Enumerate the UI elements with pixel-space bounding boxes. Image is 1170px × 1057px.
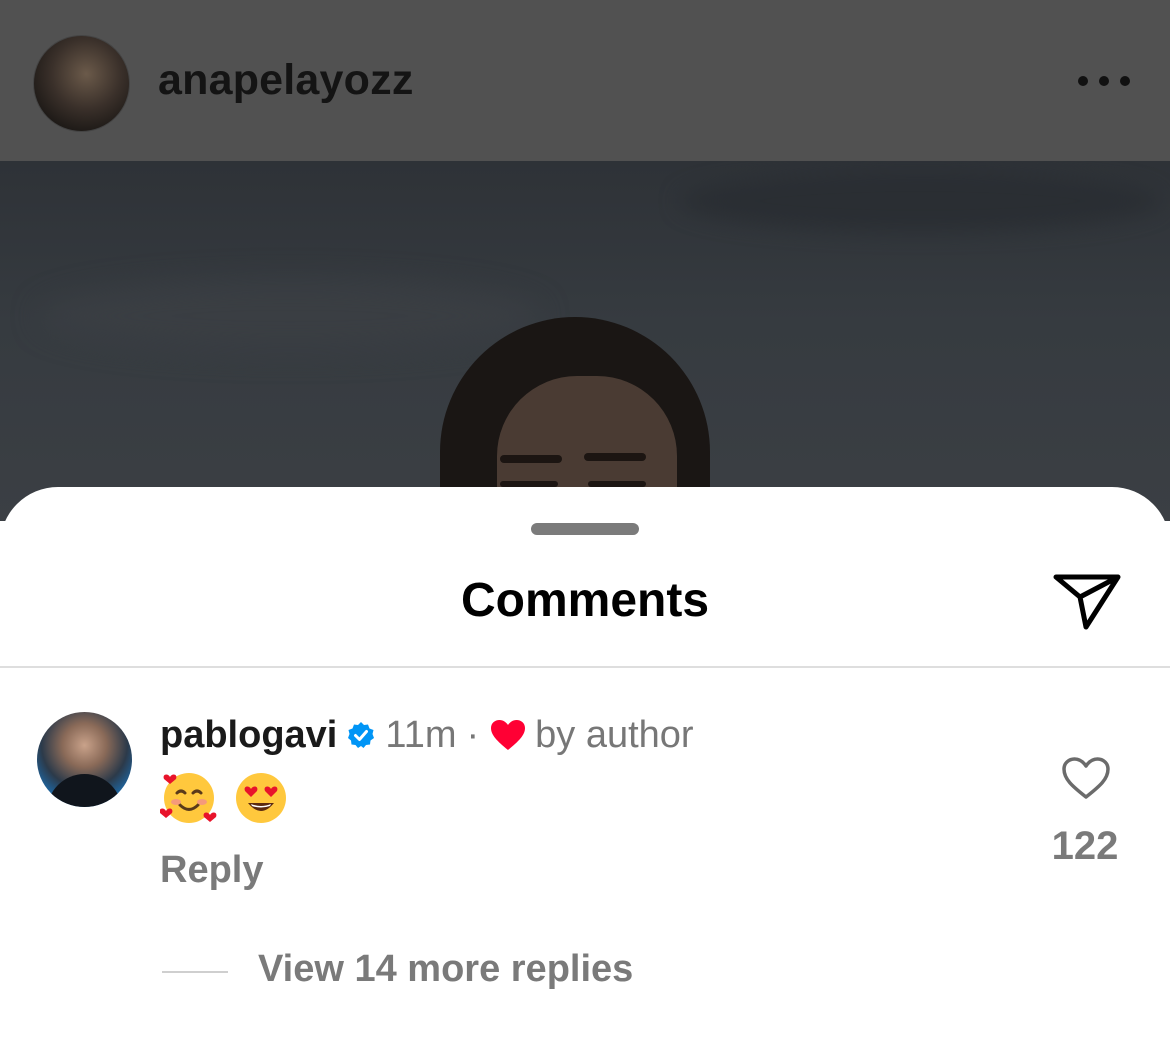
- commenter-username[interactable]: pablogavi: [160, 714, 337, 757]
- like-count: 122: [1051, 824, 1119, 868]
- commenter-avatar[interactable]: [37, 712, 132, 807]
- comment-timestamp: 11m: [385, 713, 457, 756]
- verified-badge-icon: [348, 722, 375, 748]
- sheet-title: Comments: [460, 574, 710, 627]
- comment-header: pablogavi 11m · by author: [160, 713, 694, 757]
- heart-outline-icon[interactable]: [1060, 755, 1112, 801]
- separator-dot: ·: [466, 713, 480, 756]
- post-author-username[interactable]: anapelayozz: [158, 56, 414, 105]
- post-author-avatar[interactable]: [33, 35, 130, 132]
- smiling-face-with-heart-eyes-icon: [236, 773, 286, 823]
- post-header: anapelayozz: [0, 0, 1170, 161]
- post-photo: [0, 161, 1170, 521]
- sheet-grabber-handle[interactable]: [531, 523, 639, 535]
- sheet-divider: [0, 666, 1170, 668]
- heart-filled-icon: [491, 720, 526, 750]
- comment-text: [160, 769, 290, 827]
- more-options-icon[interactable]: [1078, 74, 1130, 88]
- reply-button[interactable]: Reply: [160, 849, 263, 892]
- paper-plane-icon[interactable]: [1052, 571, 1122, 631]
- liked-by-author-label: by author: [535, 713, 694, 756]
- replies-indent-line: [162, 971, 228, 973]
- view-more-replies-button[interactable]: View 14 more replies: [258, 948, 633, 991]
- smiling-face-with-hearts-icon: [160, 773, 217, 823]
- comments-sheet: Comments pablogavi 11m · by author Reply…: [0, 487, 1170, 1057]
